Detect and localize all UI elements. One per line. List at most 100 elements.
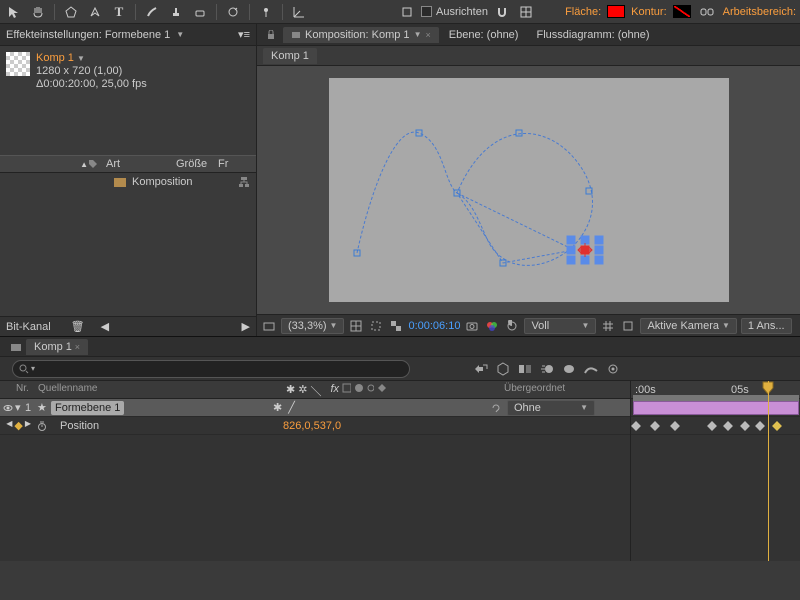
guides-icon[interactable] xyxy=(620,318,636,334)
comp-flowchart-icon[interactable] xyxy=(472,360,490,378)
property-value[interactable]: 826,0,537,0 xyxy=(283,420,341,432)
keyframe-track[interactable] xyxy=(631,417,800,435)
next-kf-icon[interactable]: ▶ xyxy=(25,419,31,432)
close-icon[interactable]: × xyxy=(425,30,430,40)
brush-tool-icon[interactable] xyxy=(142,2,162,22)
composition-viewer[interactable] xyxy=(257,66,800,314)
effects-tab[interactable]: Effekteinstellungen: Formebene 1 xyxy=(6,29,170,41)
tag-icon[interactable] xyxy=(88,159,98,169)
keyframe[interactable] xyxy=(631,421,641,431)
selection-tool-icon[interactable] xyxy=(4,2,24,22)
resolution-dropdown[interactable]: Voll▼ xyxy=(524,318,596,334)
stroke-swatch[interactable] xyxy=(673,5,691,18)
col-parent[interactable]: Übergeordnet xyxy=(500,381,569,398)
close-icon[interactable]: × xyxy=(75,342,80,352)
grid-snap-icon[interactable] xyxy=(516,2,536,22)
tab-caret-icon[interactable]: ▼ xyxy=(414,30,422,39)
comp-canvas[interactable] xyxy=(329,78,729,302)
path-vertex[interactable] xyxy=(353,250,360,257)
col-fr[interactable]: Fr xyxy=(214,158,232,170)
layer-clip[interactable] xyxy=(633,401,799,415)
fill-swatch[interactable] xyxy=(607,5,625,18)
panel-menu-icon[interactable]: ▾≡ xyxy=(238,28,250,41)
selection-handle[interactable] xyxy=(566,256,575,265)
resolution-icon[interactable] xyxy=(348,318,364,334)
comp-dropdown-icon[interactable]: ▼ xyxy=(77,54,85,63)
keyframe[interactable] xyxy=(707,421,717,431)
subtab-comp[interactable]: Komp 1 xyxy=(263,48,317,64)
channel-icon[interactable] xyxy=(484,318,500,334)
motion-blur-icon[interactable] xyxy=(538,360,556,378)
flowchart-icon[interactable] xyxy=(238,176,250,188)
selection-handle[interactable] xyxy=(594,246,603,255)
layer-track[interactable] xyxy=(631,399,800,417)
pin-tool-icon[interactable] xyxy=(256,2,276,22)
always-preview-icon[interactable] xyxy=(261,318,277,334)
layer-row[interactable]: ▾ 1 ★ Formebene 1 ✱ ╱ Ohne▼ xyxy=(0,399,630,417)
exposure-icon[interactable] xyxy=(504,318,520,334)
tab-composition[interactable]: Komposition: Komp 1 ▼ × xyxy=(283,27,439,43)
text-tool-icon[interactable]: T xyxy=(109,2,129,22)
views-dropdown[interactable]: 1 Ans... xyxy=(741,318,792,334)
graph-editor-icon[interactable] xyxy=(582,360,600,378)
search-caret-icon[interactable]: ▾ xyxy=(31,364,35,373)
draft3d-icon[interactable] xyxy=(494,360,512,378)
col-nr[interactable]: Nr. xyxy=(12,381,34,398)
comp-thumbnail[interactable] xyxy=(6,52,30,76)
stopwatch-icon[interactable] xyxy=(37,421,47,431)
stamp-tool-icon[interactable] xyxy=(166,2,186,22)
lock-icon[interactable] xyxy=(261,25,281,45)
pickwhip-icon[interactable] xyxy=(491,403,501,413)
twirl-icon[interactable]: ▾ xyxy=(12,401,22,414)
col-source[interactable]: Quellenname xyxy=(34,381,282,398)
shape-tool-icon[interactable] xyxy=(61,2,81,22)
path-vertex[interactable] xyxy=(585,188,592,195)
magnet-icon[interactable] xyxy=(492,2,512,22)
path-vertex[interactable] xyxy=(515,130,522,137)
hand-tool-icon[interactable] xyxy=(28,2,48,22)
brain-icon[interactable] xyxy=(560,360,578,378)
timeline-tracks[interactable]: :00s 05s xyxy=(630,381,800,561)
trash-icon[interactable]: 🗑 xyxy=(71,320,85,333)
axis-tool-icon[interactable] xyxy=(289,2,309,22)
property-row[interactable]: ◀ ◆ ▶ Position 826,0,537,0 xyxy=(0,417,630,435)
project-list-row[interactable]: Komposition xyxy=(0,173,256,191)
selection-handle[interactable] xyxy=(594,256,603,265)
bit-depth[interactable]: Bit-Kanal xyxy=(6,321,51,333)
path-vertex[interactable] xyxy=(415,130,422,137)
scroll-left-icon[interactable]: ◀ xyxy=(101,320,109,333)
playhead-line[interactable] xyxy=(768,381,769,561)
keyframe[interactable] xyxy=(772,421,782,431)
timecode[interactable]: 0:00:06:10 xyxy=(408,320,460,332)
col-size[interactable]: Größe xyxy=(172,158,214,170)
tab-dropdown-icon[interactable]: ▼ xyxy=(176,30,184,39)
pen-tool-icon[interactable] xyxy=(85,2,105,22)
tab-flowchart[interactable]: Flussdiagramm: (ohne) xyxy=(528,27,657,43)
auto-keyframe-icon[interactable] xyxy=(604,360,622,378)
roi-icon[interactable] xyxy=(368,318,384,334)
zoom-dropdown[interactable]: (33,3%)▼ xyxy=(281,318,344,334)
camera-dropdown[interactable]: Aktive Kamera▼ xyxy=(640,318,736,334)
timeline-tab[interactable]: Komp 1 × xyxy=(26,339,88,355)
layer-name[interactable]: Formebene 1 xyxy=(51,401,124,415)
sort-icon[interactable]: ▲ xyxy=(80,160,88,169)
link-icon[interactable] xyxy=(697,2,717,22)
render-queue-icon[interactable] xyxy=(6,337,26,357)
selection-handle[interactable] xyxy=(594,236,603,245)
keyframe[interactable] xyxy=(670,421,680,431)
prev-kf-icon[interactable]: ◀ xyxy=(6,419,12,432)
keyframe[interactable] xyxy=(755,421,765,431)
view-layout-icon[interactable] xyxy=(600,318,616,334)
parent-dropdown[interactable]: Ohne▼ xyxy=(507,400,595,416)
comp-name[interactable]: Komp 1 xyxy=(36,52,74,64)
kf-toggle-icon[interactable]: ◆ xyxy=(14,419,22,432)
path-vertex[interactable] xyxy=(453,190,460,197)
frame-blend-icon[interactable] xyxy=(516,360,534,378)
keyframe[interactable] xyxy=(740,421,750,431)
snapshot-icon[interactable] xyxy=(464,318,480,334)
snap-icon[interactable] xyxy=(397,2,417,22)
tab-layer[interactable]: Ebene: (ohne) xyxy=(441,27,527,43)
transparency-icon[interactable] xyxy=(388,318,404,334)
keyframe[interactable] xyxy=(723,421,733,431)
scroll-right-icon[interactable]: ▶ xyxy=(242,320,250,333)
